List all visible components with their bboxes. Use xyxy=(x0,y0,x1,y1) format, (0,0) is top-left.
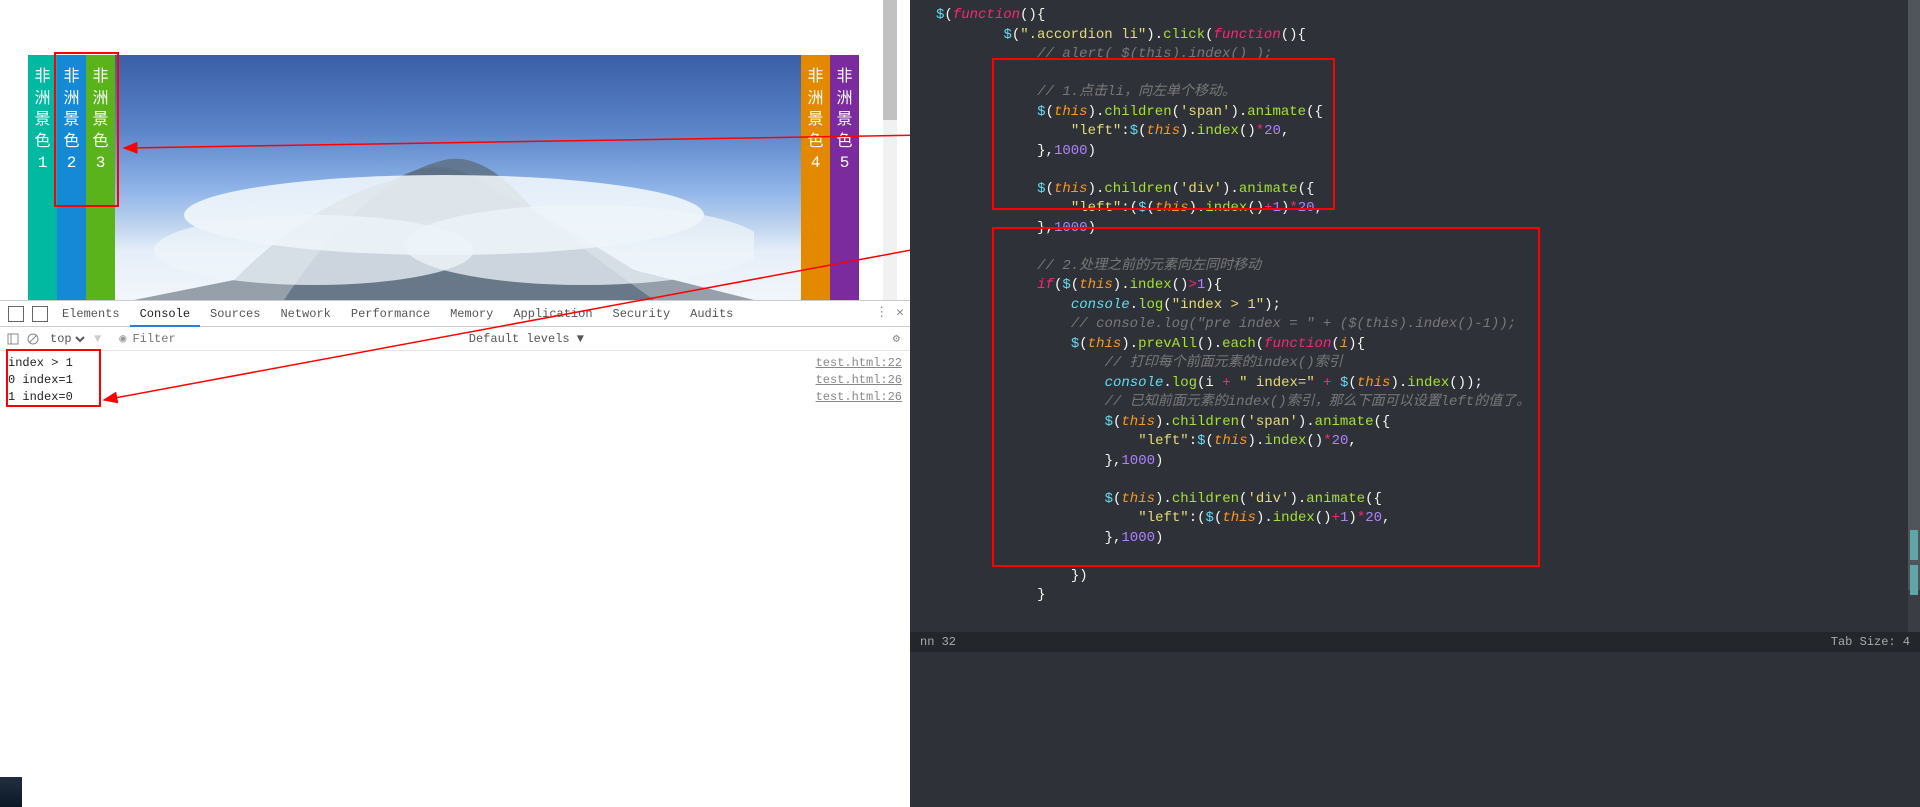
console-sidebar-icon[interactable] xyxy=(6,332,20,346)
editor-statusbar: nn 32 Tab Size: 4 xyxy=(910,632,1920,652)
console-row: index > 1 test.html:22 xyxy=(8,355,902,372)
live-expression-icon[interactable]: ◉ xyxy=(119,331,126,346)
tab-label: 非洲景色 xyxy=(28,67,57,153)
scrollbar-thumb[interactable] xyxy=(1908,0,1920,590)
device-toggle-icon[interactable] xyxy=(32,306,48,322)
filter-input[interactable] xyxy=(132,332,332,346)
console-message: 1 index=0 xyxy=(8,389,73,406)
devtools: Elements Console Sources Network Perform… xyxy=(0,300,910,807)
accordion-tab-2[interactable]: 非洲景色2 xyxy=(57,55,86,300)
tab-number: 3 xyxy=(86,153,115,175)
tab-network[interactable]: Network xyxy=(270,301,340,327)
tab-number: 4 xyxy=(801,153,830,175)
tab-performance[interactable]: Performance xyxy=(341,301,440,327)
accordion-widget: 非洲景色1 非洲景色2 非洲景色3 非洲景色4 非洲景色5 xyxy=(28,55,859,300)
editor-empty-area xyxy=(910,652,1920,807)
devtools-tabbar: Elements Console Sources Network Perform… xyxy=(0,301,910,327)
scrollbar-thumb[interactable] xyxy=(883,0,897,120)
accordion-tab-1[interactable]: 非洲景色1 xyxy=(28,55,57,300)
tab-label: 非洲景色 xyxy=(830,67,859,153)
tab-audits[interactable]: Audits xyxy=(680,301,743,327)
console-source-link[interactable]: test.html:26 xyxy=(816,372,902,389)
console-output: index > 1 test.html:22 0 index=1 test.ht… xyxy=(0,351,910,410)
status-column: nn 32 xyxy=(920,635,956,649)
console-message: index > 1 xyxy=(8,355,73,372)
preview-scrollbar[interactable] xyxy=(883,0,897,300)
tab-elements[interactable]: Elements xyxy=(52,301,130,327)
tab-label: 非洲景色 xyxy=(801,67,830,153)
code-editor-pane: $(function(){ $(".accordion li").click(f… xyxy=(910,0,1920,807)
accordion-tab-4[interactable]: 非洲景色4 xyxy=(801,55,830,300)
mountain-image xyxy=(134,120,754,300)
tab-memory[interactable]: Memory xyxy=(440,301,503,327)
tab-number: 5 xyxy=(830,153,859,175)
status-tabsize[interactable]: Tab Size: 4 xyxy=(1831,635,1910,649)
console-message: 0 index=1 xyxy=(8,372,73,389)
console-row: 0 index=1 test.html:26 xyxy=(8,372,902,389)
minimap-marker xyxy=(1910,530,1918,560)
tab-sources[interactable]: Sources xyxy=(200,301,270,327)
tab-console[interactable]: Console xyxy=(130,301,200,327)
console-settings-icon[interactable]: ⚙ xyxy=(893,331,900,346)
inspect-icon[interactable] xyxy=(8,306,24,322)
accordion-tab-5[interactable]: 非洲景色5 xyxy=(830,55,859,300)
clear-console-icon[interactable] xyxy=(26,332,40,346)
tab-security[interactable]: Security xyxy=(603,301,681,327)
console-row: 1 index=0 test.html:26 xyxy=(8,389,902,406)
code-area[interactable]: $(function(){ $(".accordion li").click(f… xyxy=(910,0,1920,632)
tab-label: 非洲景色 xyxy=(57,67,86,153)
page-preview: 非洲景色1 非洲景色2 非洲景色3 非洲景色4 非洲景色5 xyxy=(0,0,897,300)
console-source-link[interactable]: test.html:22 xyxy=(816,355,902,372)
browser-pane: 非洲景色1 非洲景色2 非洲景色3 非洲景色4 非洲景色5 Elements C… xyxy=(0,0,910,807)
console-toolbar: top ▼ ◉ Default levels ▼ ⚙ xyxy=(0,327,910,351)
accordion-tab-3[interactable]: 非洲景色3 xyxy=(86,55,115,300)
tab-number: 2 xyxy=(57,153,86,175)
tab-number: 1 xyxy=(28,153,57,175)
context-selector[interactable]: top xyxy=(46,331,88,347)
editor-scrollbar[interactable] xyxy=(1908,0,1920,632)
minimap-marker xyxy=(1910,565,1918,595)
devtools-close-icon[interactable]: ✕ xyxy=(896,305,904,320)
tab-application[interactable]: Application xyxy=(503,301,602,327)
taskbar-sliver xyxy=(0,777,22,807)
devtools-menu-icon[interactable]: ⋮ xyxy=(875,305,888,320)
log-levels-dropdown[interactable]: Default levels ▼ xyxy=(469,332,584,346)
tab-label: 非洲景色 xyxy=(86,67,115,153)
console-source-link[interactable]: test.html:26 xyxy=(816,389,902,406)
